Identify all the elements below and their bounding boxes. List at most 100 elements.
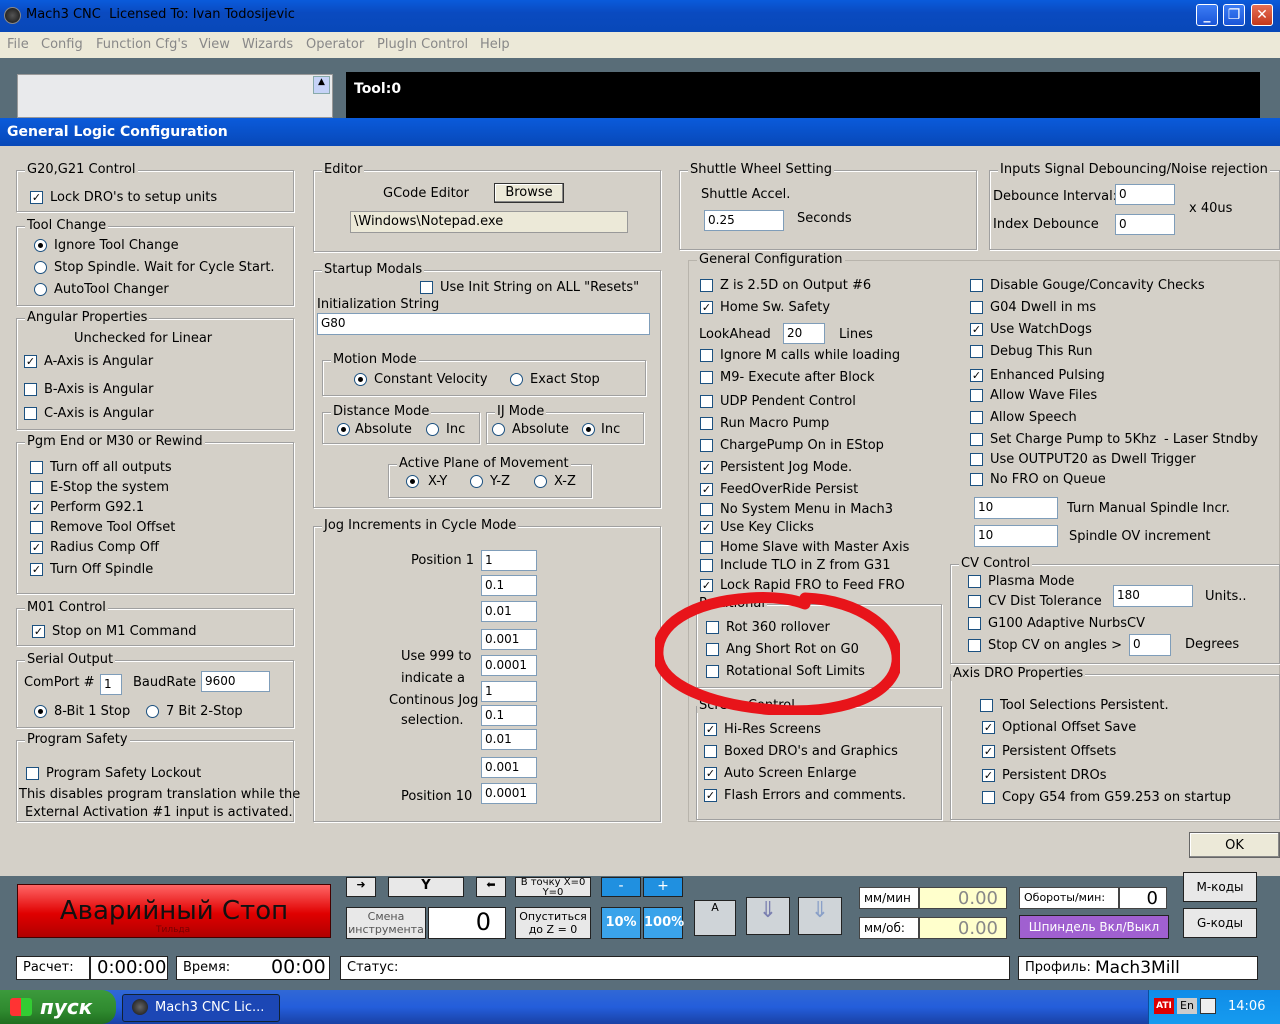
- spindle-incr-input[interactable]: 10: [974, 497, 1058, 519]
- jog-increment-input[interactable]: 0.0001: [481, 783, 537, 804]
- constant-velocity-radio[interactable]: [354, 373, 367, 386]
- stop-on-m1-checkbox[interactable]: ✓: [32, 625, 45, 638]
- home-sw-safety-checkbox[interactable]: ✓: [700, 301, 713, 314]
- rapid-10-button[interactable]: 10%: [601, 907, 641, 939]
- menu-config[interactable]: Config: [41, 37, 83, 52]
- tool-change-button[interactable]: Смена инструмента: [346, 907, 426, 939]
- ij-inc-radio[interactable]: [582, 423, 595, 436]
- stop-spindle-radio[interactable]: [34, 261, 47, 274]
- m9-execute-checkbox[interactable]: [700, 371, 713, 384]
- plus-button[interactable]: +: [643, 877, 683, 897]
- minus-button[interactable]: -: [601, 877, 641, 897]
- scroll-up-arrow-icon[interactable]: ▲: [313, 76, 330, 94]
- hi-res-screens-checkbox[interactable]: ✓: [704, 723, 717, 736]
- cv-angles-input[interactable]: 0: [1129, 634, 1171, 656]
- no-fro-queue-checkbox[interactable]: [970, 473, 983, 486]
- allow-speech-checkbox[interactable]: [970, 411, 983, 424]
- distance-inc-radio[interactable]: [426, 423, 439, 436]
- gcode-list[interactable]: [17, 74, 333, 118]
- program-safety-checkbox[interactable]: [26, 767, 39, 780]
- remove-tool-offset-checkbox[interactable]: [30, 521, 43, 534]
- spindle-toggle-button[interactable]: Шпиндель Вкл/Выкл: [1019, 915, 1169, 939]
- menu-operator[interactable]: Operator: [306, 37, 364, 52]
- ignore-tool-change-radio[interactable]: [34, 239, 47, 252]
- allow-wave-files-checkbox[interactable]: [970, 389, 983, 402]
- jog-z-down-icon[interactable]: ⇓: [798, 897, 842, 935]
- lock-dro-checkbox[interactable]: ✓: [30, 191, 43, 204]
- minimize-button[interactable]: _: [1196, 4, 1218, 26]
- spindle-ov-input[interactable]: 10: [974, 525, 1058, 547]
- flash-errors-checkbox[interactable]: ✓: [704, 789, 717, 802]
- auto-screen-enlarge-checkbox[interactable]: ✓: [704, 767, 717, 780]
- charge-pump-5khz-checkbox[interactable]: [970, 433, 983, 446]
- index-debounce-input[interactable]: 0: [1115, 214, 1175, 235]
- plane-xy-radio[interactable]: [406, 475, 419, 488]
- menu-help[interactable]: Help: [480, 37, 510, 52]
- jog-increment-input[interactable]: 0.01: [481, 729, 537, 750]
- maximize-button[interactable]: ❐: [1223, 4, 1245, 26]
- plane-xz-radio[interactable]: [534, 475, 547, 488]
- exact-stop-radio[interactable]: [510, 373, 523, 386]
- mach3-app-icon[interactable]: [4, 7, 21, 24]
- jog-y-down-icon[interactable]: ⇓: [746, 897, 790, 935]
- cv-dist-input[interactable]: 180: [1113, 585, 1193, 607]
- no-system-menu-checkbox[interactable]: [700, 503, 713, 516]
- include-tlo-checkbox[interactable]: [700, 559, 713, 572]
- m-codes-button[interactable]: M-коды: [1183, 872, 1257, 902]
- radius-comp-off-checkbox[interactable]: ✓: [30, 541, 43, 554]
- lookahead-input[interactable]: 20: [783, 323, 825, 344]
- init-string-input[interactable]: G80: [317, 313, 650, 335]
- network-tray-icon[interactable]: [1200, 998, 1216, 1014]
- copy-g54-checkbox[interactable]: [982, 791, 995, 804]
- jog-right-button[interactable]: ➜: [346, 877, 376, 897]
- goto-zero-button[interactable]: В точку X=0 Y=0: [515, 877, 591, 898]
- jog-increment-input[interactable]: 0.1: [481, 705, 537, 726]
- home-slave-checkbox[interactable]: [700, 541, 713, 554]
- menu-file[interactable]: File: [7, 37, 29, 52]
- stop-cv-angles-checkbox[interactable]: [968, 639, 981, 652]
- use-key-clicks-checkbox[interactable]: ✓: [700, 521, 713, 534]
- turn-off-spindle-checkbox[interactable]: ✓: [30, 563, 43, 576]
- shuttle-accel-input[interactable]: 0.25: [704, 210, 784, 231]
- jog-increment-input[interactable]: 0.001: [481, 757, 537, 778]
- menu-function-cfgs[interactable]: Function Cfg's: [96, 37, 188, 52]
- disable-gouge-checkbox[interactable]: [970, 279, 983, 292]
- jog-y-button[interactable]: Y: [388, 877, 464, 897]
- persistent-jog-checkbox[interactable]: ✓: [700, 461, 713, 474]
- a-axis-angular-checkbox[interactable]: ✓: [24, 355, 37, 368]
- ati-tray-icon[interactable]: ATI: [1154, 998, 1174, 1014]
- plane-yz-radio[interactable]: [470, 475, 483, 488]
- jog-increment-input[interactable]: 0.001: [481, 629, 537, 650]
- menu-view[interactable]: View: [199, 37, 230, 52]
- persistent-dros-checkbox[interactable]: ✓: [982, 769, 995, 782]
- baudrate-input[interactable]: 9600: [201, 671, 270, 692]
- jog-increment-input[interactable]: 0.1: [481, 575, 537, 596]
- chargepump-estop-checkbox[interactable]: [700, 439, 713, 452]
- jog-increment-input[interactable]: 0.0001: [481, 655, 537, 676]
- browse-button[interactable]: Browse: [494, 183, 564, 203]
- plasma-mode-checkbox[interactable]: [968, 575, 981, 588]
- ok-button[interactable]: OK: [1189, 832, 1280, 858]
- tool-selections-persistent-checkbox[interactable]: [980, 699, 993, 712]
- feedoverride-persist-checkbox[interactable]: ✓: [700, 483, 713, 496]
- jog-increment-input[interactable]: 1: [481, 550, 537, 571]
- jog-a-button[interactable]: A: [694, 900, 736, 936]
- optional-offset-save-checkbox[interactable]: ✓: [982, 721, 995, 734]
- z-25d-checkbox[interactable]: [700, 279, 713, 292]
- use-watchdogs-checkbox[interactable]: ✓: [970, 323, 983, 336]
- b-axis-angular-checkbox[interactable]: [24, 383, 37, 396]
- comport-input[interactable]: 1: [100, 674, 122, 695]
- perform-g921-checkbox[interactable]: ✓: [30, 501, 43, 514]
- editor-path-field[interactable]: \Windows\Notepad.exe: [350, 211, 628, 233]
- c-axis-angular-checkbox[interactable]: [24, 407, 37, 420]
- estop-system-checkbox[interactable]: [30, 481, 43, 494]
- debug-this-run-checkbox[interactable]: [970, 345, 983, 358]
- debounce-interval-input[interactable]: 0: [1115, 184, 1175, 205]
- g04-dwell-ms-checkbox[interactable]: [970, 301, 983, 314]
- close-button[interactable]: ✕: [1251, 4, 1273, 26]
- 7bit-radio[interactable]: [146, 705, 159, 718]
- udp-pendent-checkbox[interactable]: [700, 395, 713, 408]
- lower-z-button[interactable]: Опуститься до Z = 0: [515, 907, 591, 939]
- jog-increment-input[interactable]: 0.01: [481, 601, 537, 622]
- cv-dist-tolerance-checkbox[interactable]: [968, 595, 981, 608]
